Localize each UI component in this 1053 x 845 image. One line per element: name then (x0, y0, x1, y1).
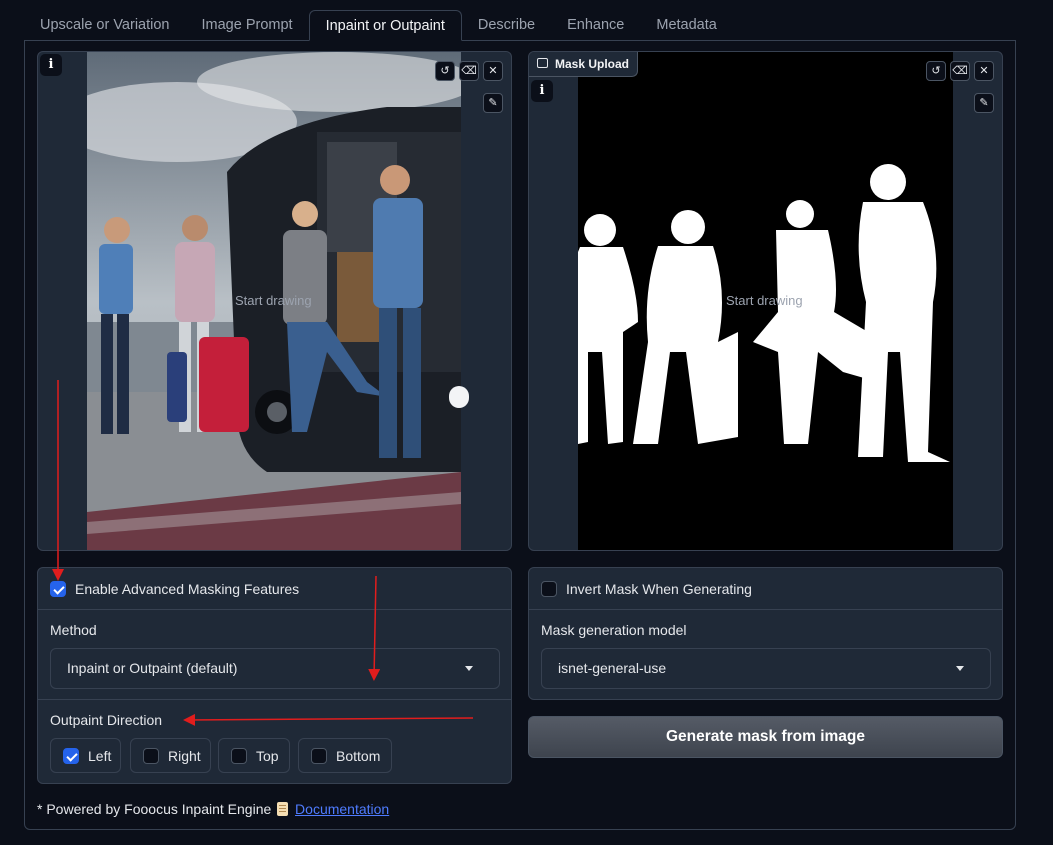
method-select[interactable]: Inpaint or Outpaint (default) (50, 648, 500, 689)
direction-bottom-label: Bottom (336, 747, 381, 764)
start-drawing-hint: Start drawing (235, 293, 312, 308)
direction-top-checkbox[interactable] (231, 747, 247, 764)
enable-advanced-masking-check[interactable] (50, 581, 66, 597)
document-icon (277, 802, 289, 816)
footer-note: * Powered by Fooocus Inpaint Engine Docu… (37, 801, 389, 817)
tab-describe[interactable]: Describe (462, 10, 551, 41)
direction-left-checkbox[interactable] (63, 747, 79, 764)
direction-bottom-option[interactable]: Bottom (298, 738, 392, 773)
undo-icon[interactable]: ↺ (926, 61, 946, 81)
generate-mask-button[interactable]: Generate mask from image (528, 716, 1003, 758)
chevron-down-icon (465, 666, 473, 671)
scroll-handle[interactable] (449, 386, 469, 408)
brush-icon[interactable]: ✎ (483, 93, 503, 113)
tab-image-prompt[interactable]: Image Prompt (186, 10, 309, 41)
direction-right-option[interactable]: Right (130, 738, 211, 773)
brush-icon[interactable]: ✎ (974, 93, 994, 113)
invert-mask-checkbox[interactable]: Invert Mask When Generating (541, 581, 752, 597)
enable-advanced-masking-checkbox[interactable]: Enable Advanced Masking Features (50, 581, 299, 597)
mask-upload-label: Mask Upload (529, 52, 639, 77)
mask-upload-label-text: Mask Upload (555, 57, 630, 71)
divider (38, 699, 511, 700)
info-button[interactable]: i (531, 80, 553, 102)
eraser-icon[interactable]: ⌫ (950, 61, 970, 81)
mask-model-select[interactable]: isnet-general-use (541, 648, 991, 689)
close-icon[interactable]: ✕ (974, 61, 994, 81)
tab-inpaint-or-outpaint[interactable]: Inpaint or Outpaint (308, 10, 462, 41)
tab-bar: Upscale or Variation Image Prompt Inpain… (24, 10, 733, 41)
divider (529, 609, 1002, 610)
inpaint-image-canvas[interactable]: i ↺ ⌫ ✕ ✎ Start drawing (37, 51, 512, 551)
direction-left-label: Left (88, 747, 112, 764)
tab-upscale-or-variation[interactable]: Upscale or Variation (24, 10, 186, 41)
tab-metadata[interactable]: Metadata (640, 10, 732, 41)
undo-icon[interactable]: ↺ (435, 61, 455, 81)
invert-mask-check[interactable] (541, 581, 557, 597)
direction-right-label: Right (168, 747, 201, 764)
enable-advanced-masking-label: Enable Advanced Masking Features (75, 581, 300, 597)
image-icon (537, 58, 548, 68)
eraser-icon[interactable]: ⌫ (459, 61, 479, 81)
close-icon[interactable]: ✕ (483, 61, 503, 81)
direction-top-option[interactable]: Top (218, 738, 290, 773)
divider (38, 609, 511, 610)
outpaint-direction-label: Outpaint Direction (50, 712, 163, 728)
mask-options-panel: Invert Mask When Generating Mask generat… (528, 567, 1003, 700)
direction-left-option[interactable]: Left (50, 738, 121, 773)
direction-top-label: Top (256, 747, 279, 764)
mask-upload-canvas[interactable]: Mask Upload i ↺ ⌫ ✕ ✎ Start drawing (528, 51, 1003, 551)
invert-mask-label: Invert Mask When Generating (566, 581, 752, 597)
direction-right-checkbox[interactable] (143, 747, 159, 764)
info-button[interactable]: i (40, 54, 62, 76)
footer-text: * Powered by Fooocus Inpaint Engine (37, 801, 272, 817)
direction-bottom-checkbox[interactable] (311, 747, 327, 764)
method-label: Method (50, 622, 97, 638)
chevron-down-icon (956, 666, 964, 671)
documentation-link[interactable]: Documentation (295, 801, 389, 817)
start-drawing-hint: Start drawing (726, 293, 803, 308)
tab-enhance[interactable]: Enhance (551, 10, 640, 41)
method-value: Inpaint or Outpaint (default) (67, 660, 238, 676)
mask-model-value: isnet-general-use (558, 660, 667, 676)
mask-model-label: Mask generation model (541, 622, 687, 638)
